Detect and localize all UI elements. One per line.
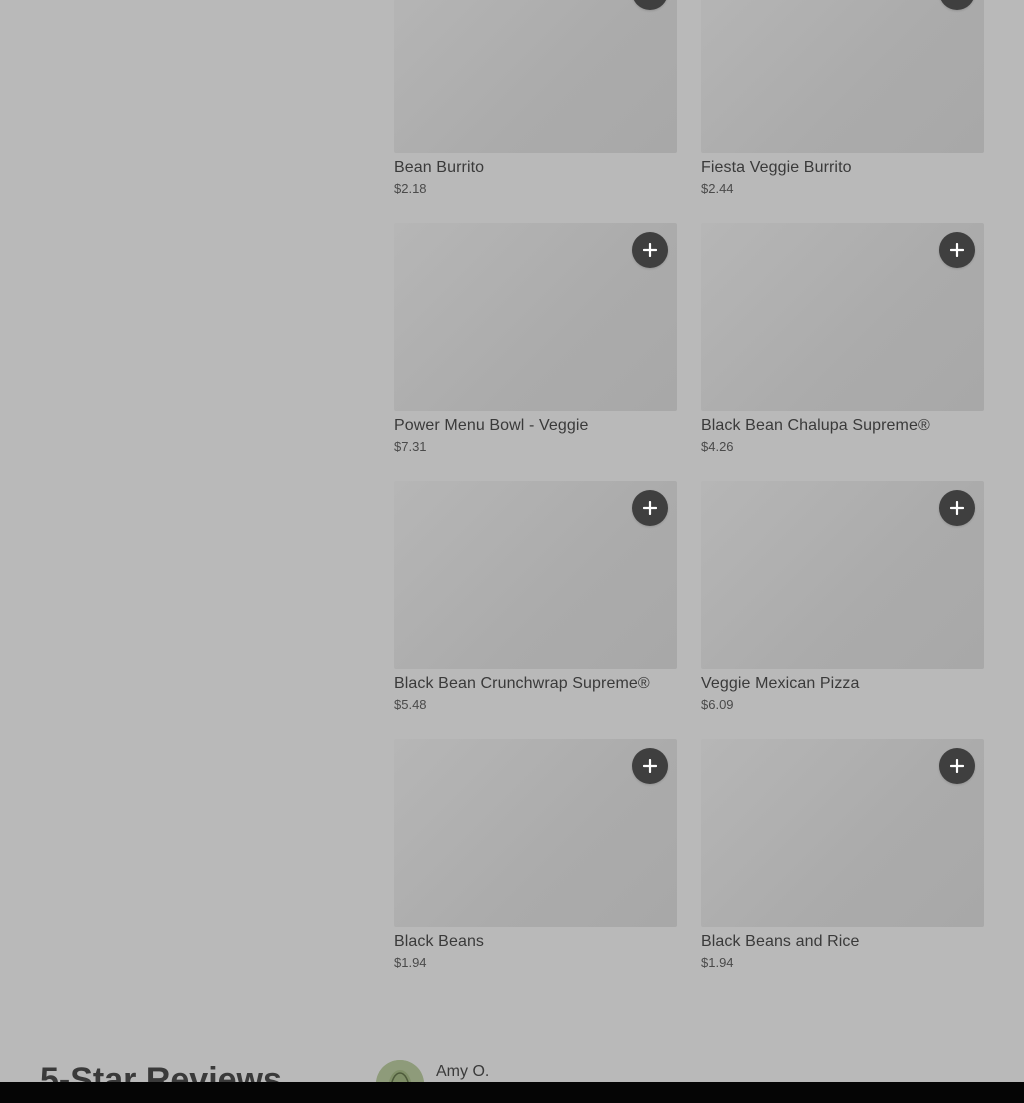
menu-item-name: Veggie Mexican Pizza (701, 675, 860, 692)
menu-item-image[interactable] (701, 0, 984, 153)
plus-icon (950, 759, 964, 773)
menu-item-grid: Bean Burrito $2.18 Fiesta Veggie Burrito… (394, 0, 984, 997)
menu-item-price: $4.26 (701, 439, 734, 454)
menu-item-name: Bean Burrito (394, 159, 485, 176)
menu-item-image[interactable] (701, 223, 984, 411)
menu-item-price: $5.48 (394, 697, 427, 712)
menu-item-price: $2.18 (394, 181, 427, 196)
menu-item-price: $6.09 (701, 697, 734, 712)
menu-item-price: $1.94 (394, 955, 427, 970)
add-item-button[interactable] (939, 490, 975, 526)
plus-icon (950, 243, 964, 257)
menu-item-name: Black Beans (394, 933, 485, 950)
menu-item-price: $7.31 (394, 439, 427, 454)
plus-icon (643, 759, 657, 773)
menu-item-image[interactable] (701, 739, 984, 927)
menu-item-card[interactable]: Bean Burrito $2.18 (394, 0, 677, 223)
menu-item-card[interactable]: Black Beans and Rice $1.94 (701, 739, 984, 997)
menu-item-name: Fiesta Veggie Burrito (701, 159, 852, 176)
add-item-button[interactable] (632, 490, 668, 526)
add-item-button[interactable] (632, 232, 668, 268)
menu-item-image[interactable] (394, 223, 677, 411)
page: Bean Burrito $2.18 Fiesta Veggie Burrito… (0, 0, 1024, 1103)
add-item-button[interactable] (632, 748, 668, 784)
menu-item-name: Black Beans and Rice (701, 933, 860, 950)
menu-item-card[interactable]: Black Beans $1.94 (394, 739, 677, 997)
menu-item-card[interactable]: Power Menu Bowl - Veggie $7.31 (394, 223, 677, 481)
menu-item-price: $1.94 (701, 955, 734, 970)
menu-item-card[interactable]: Black Bean Crunchwrap Supreme® $5.48 (394, 481, 677, 739)
bottom-bar (0, 1082, 1024, 1103)
menu-item-image[interactable] (394, 481, 677, 669)
menu-item-image[interactable] (701, 481, 984, 669)
menu-item-name: Power Menu Bowl - Veggie (394, 417, 589, 434)
menu-item-card[interactable]: Veggie Mexican Pizza $6.09 (701, 481, 984, 739)
menu-item-name: Black Bean Chalupa Supreme® (701, 417, 930, 434)
menu-item-card[interactable]: Black Bean Chalupa Supreme® $4.26 (701, 223, 984, 481)
plus-icon (643, 243, 657, 257)
reviewer-name: Amy O. (436, 1063, 490, 1080)
add-item-button[interactable] (939, 748, 975, 784)
plus-icon (950, 501, 964, 515)
add-item-button[interactable] (632, 0, 668, 10)
plus-icon (643, 501, 657, 515)
menu-item-image[interactable] (394, 0, 677, 153)
add-item-button[interactable] (939, 0, 975, 10)
menu-item-card[interactable]: Fiesta Veggie Burrito $2.44 (701, 0, 984, 223)
menu-item-name: Black Bean Crunchwrap Supreme® (394, 675, 650, 692)
menu-item-image[interactable] (394, 739, 677, 927)
add-item-button[interactable] (939, 232, 975, 268)
menu-item-price: $2.44 (701, 181, 734, 196)
